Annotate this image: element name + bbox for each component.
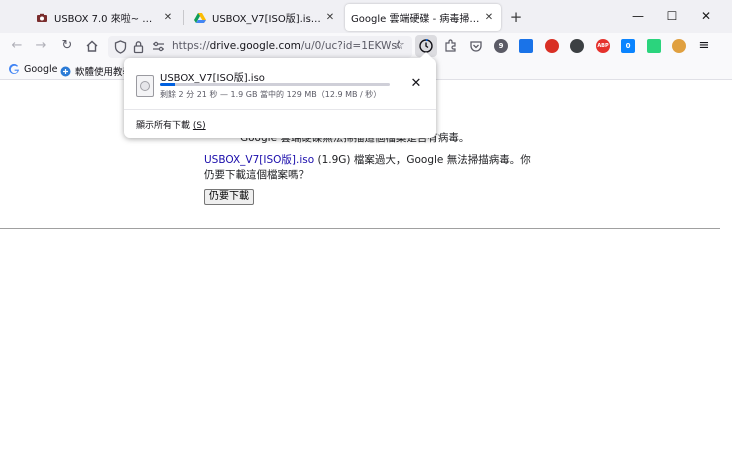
address-bar[interactable]: https://drive.google.com/u/0/uc?id=1EKWs… <box>108 36 412 58</box>
tab-drive-file[interactable]: USBOX_V7[ISO版].iso - Googl ✕ <box>186 4 342 31</box>
panel-arrow <box>419 52 433 59</box>
bookmark-label: Google <box>24 64 58 75</box>
close-window-button[interactable]: ✕ <box>698 8 714 24</box>
back-icon[interactable]: ← <box>9 38 25 54</box>
camera-icon <box>37 13 47 22</box>
file-link[interactable]: USBOX_V7[ISO版].iso <box>204 154 314 166</box>
google-drive-icon <box>194 12 206 23</box>
bookmark-globe-icon <box>60 66 71 76</box>
file-size: (1.9G) <box>314 154 354 166</box>
extension-avatar-icon[interactable] <box>672 39 686 53</box>
tab-usbox-blog[interactable]: USBOX 7.0 來啦~ 繁體Win11P ✕ <box>28 4 180 31</box>
bookmark-star-icon[interactable]: ☆ <box>391 38 407 54</box>
extension-badge-icon[interactable]: 0 <box>621 39 635 53</box>
google-icon <box>9 64 19 74</box>
reload-icon[interactable]: ↻ <box>59 38 75 54</box>
download-status: 剩餘 2 分 21 秒 — 1.9 GB 當中的 129 MB（12.9 MB … <box>160 90 382 99</box>
close-icon[interactable]: ✕ <box>160 12 176 23</box>
cancel-download-button[interactable]: ✕ <box>408 76 424 92</box>
lock-icon[interactable] <box>133 40 144 54</box>
url-path: /u/0/uc?id=1EKWsGPl <box>300 40 400 52</box>
tab-title: USBOX_V7[ISO版].iso - Googl <box>212 14 322 25</box>
close-icon[interactable]: ✕ <box>322 12 338 23</box>
show-all-label: 顯示所有下載 <box>136 121 191 131</box>
tab-title: Google 雲端硬碟 - 病毒掃描警告 <box>351 14 481 25</box>
extension-green-icon[interactable] <box>647 39 661 53</box>
disc-icon <box>140 81 150 91</box>
download-progress-bar <box>160 83 390 86</box>
downloads-panel: USBOX_V7[ISO版].iso 剩餘 2 分 21 秒 — 1.9 GB … <box>124 52 436 138</box>
extension-translate-icon[interactable] <box>519 39 533 53</box>
download-anyway-button[interactable]: 仍要下載 <box>204 189 254 205</box>
disc-image-file-icon <box>136 75 154 97</box>
maximize-button[interactable]: ☐ <box>664 8 680 24</box>
url-scheme: https:// <box>172 40 210 52</box>
tab-virus-scan-warning[interactable]: Google 雲端硬碟 - 病毒掃描警告 ✕ <box>345 4 501 31</box>
forward-icon[interactable]: → <box>33 38 49 54</box>
shield-icon[interactable] <box>114 40 127 54</box>
url-host: drive.google.com <box>209 40 301 52</box>
tab-bar: USBOX 7.0 來啦~ 繁體Win11P ✕ USBOX_V7[ISO版].… <box>0 0 732 33</box>
show-all-accesskey: (S) <box>192 121 206 131</box>
extension-red-icon[interactable] <box>545 39 559 53</box>
home-icon[interactable] <box>84 38 100 54</box>
permissions-icon[interactable] <box>152 41 165 53</box>
panel-divider <box>124 109 436 110</box>
download-filename[interactable]: USBOX_V7[ISO版].iso <box>160 69 265 84</box>
show-all-downloads[interactable]: 顯示所有下載 (S) <box>136 118 206 131</box>
minimize-button[interactable]: — <box>630 8 646 24</box>
tab-separator <box>183 10 184 25</box>
navigation-toolbar: ← → ↻ https://drive.google.com/u/0/uc?id… <box>0 33 732 60</box>
extension-cursor-icon[interactable] <box>570 39 584 53</box>
tab-title: USBOX 7.0 來啦~ 繁體Win11P <box>54 14 160 25</box>
url-text[interactable]: https://drive.google.com/u/0/uc?id=1EKWs… <box>172 40 400 52</box>
pocket-icon[interactable] <box>468 38 484 54</box>
extension-abp-icon[interactable]: ABP <box>596 39 610 53</box>
extensions-puzzle-icon[interactable] <box>443 38 459 54</box>
warning-message: USBOX_V7[ISO版].iso (1.9G) 檔案過大，Google 無法… <box>204 153 534 183</box>
new-tab-button[interactable]: + <box>508 7 524 27</box>
close-icon[interactable]: ✕ <box>481 12 497 23</box>
divider <box>0 228 720 229</box>
bookmark-google[interactable]: Google <box>9 64 58 75</box>
page-content: Google 雲端硬碟無法掃描這個檔案是否有病毒。 USBOX_V7[ISO版]… <box>0 81 732 464</box>
extension-9-icon[interactable]: 9 <box>494 39 508 53</box>
progress-fill <box>160 83 175 86</box>
menu-icon[interactable]: ≡ <box>696 38 712 54</box>
bookmark-software-tutorial[interactable]: 軟體使用教學 <box>60 64 132 78</box>
